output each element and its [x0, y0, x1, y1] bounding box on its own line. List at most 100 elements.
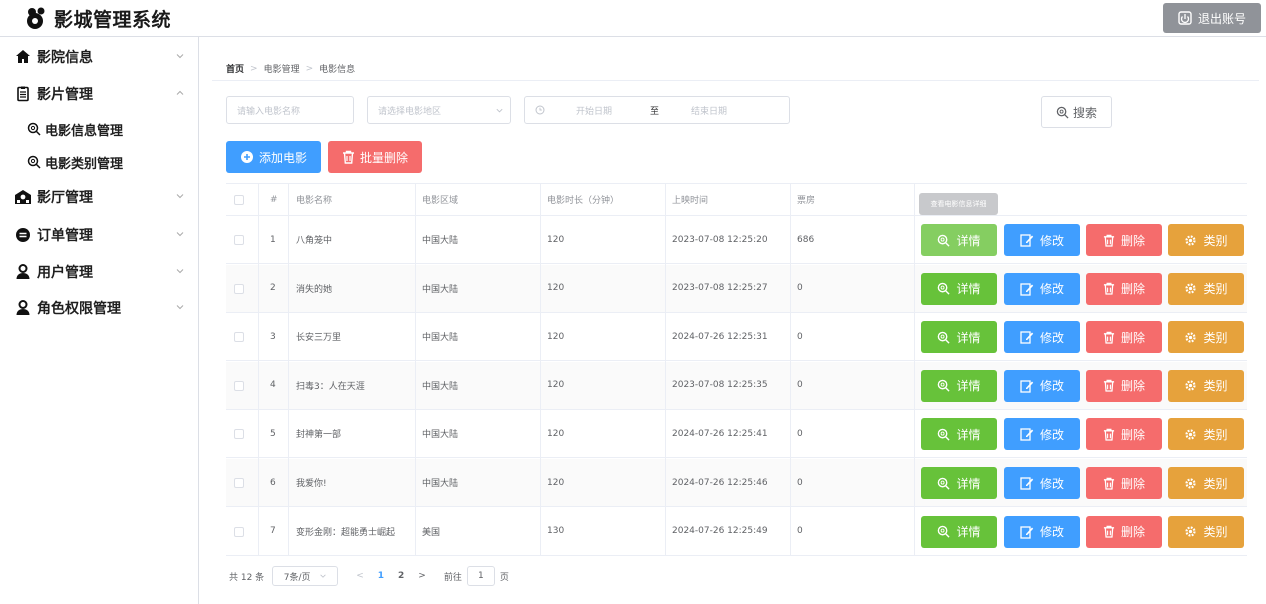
detail-button[interactable]: 详情 — [921, 467, 997, 499]
cell-region: 中国大陆 — [422, 381, 459, 392]
edit-button[interactable]: 修改 — [1004, 321, 1080, 354]
add-movie-button[interactable]: 添加电影 — [226, 141, 321, 173]
batch-delete-button[interactable]: 批量删除 — [328, 141, 422, 173]
sidebar-item-movie-management[interactable]: 影片管理 — [0, 76, 199, 112]
row-checkbox[interactable] — [234, 429, 244, 440]
table-row: 1 八角笼中 中国大陆 120 2023-07-08 12:25:20 686 详情 修改 删除… — [226, 216, 1247, 264]
column-header: 票房 — [797, 196, 816, 206]
category-button[interactable]: 类别 — [1168, 224, 1244, 256]
breadcrumb-item: 电影信息 — [319, 65, 356, 75]
page-number[interactable]: 1 — [378, 571, 384, 581]
delete-button[interactable]: 删除 — [1086, 515, 1162, 548]
edit-button[interactable]: 修改 — [1004, 515, 1080, 548]
sidebar-item-movie-info[interactable]: 电影信息管理 — [0, 113, 199, 145]
table-row: 4 扫毒3：人在天涯 中国大陆 120 2023-07-08 12:25:35 0 详情 修改… — [226, 361, 1247, 410]
row-checkbox[interactable] — [234, 235, 244, 245]
logout-button[interactable]: 退出账号 — [1163, 3, 1261, 33]
order-icon — [14, 226, 32, 244]
edit-button[interactable]: 修改 — [1004, 369, 1080, 402]
table-row: 7 变形金刚：超能勇士崛起 美国 130 2024-07-26 12:25:49 0 详情 修… — [226, 508, 1247, 556]
detail-button[interactable]: 详情 — [921, 321, 997, 354]
sidebar-item-user-management[interactable]: 用户管理 — [0, 254, 199, 290]
category-button[interactable]: 类别 — [1168, 467, 1244, 499]
detail-button[interactable]: 详情 — [921, 272, 997, 305]
category-button[interactable]: 类别 — [1168, 418, 1244, 451]
cell-release: 2023-07-08 12:25:27 — [672, 283, 768, 294]
delete-button[interactable]: 删除 — [1086, 321, 1162, 354]
cell-release: 2024-07-26 12:25:49 — [672, 526, 768, 537]
sidebar-item-role-permission[interactable]: 角色权限管理 — [0, 290, 199, 326]
prev-page-icon[interactable]: < — [356, 571, 364, 581]
add-movie-label: 添加电影 — [258, 150, 307, 165]
table-row: 2 消失的她 中国大陆 120 2023-07-08 12:25:27 0 详情 修改 删除 类别 — [226, 264, 1247, 313]
category-button[interactable]: 类别 — [1168, 369, 1244, 402]
delete-button[interactable]: 删除 — [1086, 467, 1162, 499]
table-header: # 电影名称 电影区域 电影时长（分钟） 上映时间 票房 操作 — [226, 184, 1247, 216]
edit-icon — [1020, 380, 1034, 393]
cell-duration: 120 — [547, 283, 565, 294]
date-range-picker[interactable]: 开始日期 至 结束日期 — [524, 96, 790, 124]
detail-button-label: 详情 — [956, 525, 981, 540]
cell-index: 1 — [270, 234, 276, 245]
category-button[interactable]: 类别 — [1168, 321, 1244, 354]
sidebar-item-label: 电影类别管理 — [45, 156, 124, 172]
goto-page-input[interactable]: 1 — [466, 566, 495, 586]
delete-button[interactable]: 删除 — [1086, 224, 1162, 256]
delete-button[interactable]: 删除 — [1086, 272, 1162, 305]
cell-index: 7 — [270, 526, 276, 537]
column-header: 电影名称 — [296, 196, 333, 206]
search-button[interactable]: 搜索 — [1041, 96, 1112, 128]
cell-name: 我爱你! — [296, 479, 327, 489]
detail-button[interactable]: 详情 — [921, 369, 997, 402]
row-checkbox[interactable] — [234, 526, 244, 537]
cell-name: 长安三万里 — [296, 333, 342, 344]
edit-button[interactable]: 修改 — [1004, 224, 1080, 256]
movie-name-input[interactable]: 请输入电影名称 — [226, 96, 354, 124]
detail-button[interactable]: 详情 — [921, 418, 997, 451]
delete-button-label: 删除 — [1120, 282, 1145, 297]
trash-icon — [1103, 428, 1115, 441]
sidebar-item-hall-management[interactable]: 影厅管理 — [0, 179, 199, 215]
detail-button[interactable]: 详情 — [921, 224, 997, 256]
search-icon — [938, 428, 951, 441]
breadcrumb-home[interactable]: 首页 — [226, 62, 244, 75]
cell-region: 中国大陆 — [422, 479, 459, 489]
edit-button[interactable]: 修改 — [1004, 418, 1080, 451]
page-number[interactable]: 2 — [398, 571, 404, 581]
sidebar-item-order-management[interactable]: 订单管理 — [0, 217, 199, 253]
sidebar-item-movie-category[interactable]: 电影类别管理 — [0, 146, 199, 178]
app-logo: 影城管理系统 — [24, 4, 171, 32]
edit-icon — [1020, 428, 1034, 442]
next-page-icon[interactable]: > — [418, 571, 426, 581]
delete-button[interactable]: 删除 — [1086, 418, 1162, 451]
cell-name: 变形金刚：超能勇士崛起 — [296, 527, 396, 538]
cell-box: 0 — [797, 380, 803, 391]
column-divider — [914, 184, 915, 555]
edit-button[interactable]: 修改 — [1004, 467, 1080, 499]
cell-release: 2024-07-26 12:25:41 — [672, 428, 768, 439]
row-checkbox[interactable] — [234, 380, 244, 391]
cell-region: 中国大陆 — [422, 236, 459, 246]
column-header: 电影时长（分钟） — [547, 196, 620, 206]
category-button-label: 类别 — [1203, 282, 1228, 297]
delete-button-label: 删除 — [1120, 427, 1145, 442]
sidebar-item-cinema-info[interactable]: 影院信息 — [0, 39, 199, 75]
page-size-select[interactable]: 7条/页 — [272, 566, 339, 586]
clipboard-icon — [14, 85, 32, 103]
cell-region: 中国大陆 — [422, 284, 459, 295]
logout-label: 退出账号 — [1197, 11, 1246, 26]
row-checkbox[interactable] — [234, 332, 244, 343]
column-header: 上映时间 — [672, 196, 709, 206]
delete-button[interactable]: 删除 — [1086, 369, 1162, 402]
category-button[interactable]: 类别 — [1168, 272, 1244, 305]
edit-button[interactable]: 修改 — [1004, 272, 1080, 305]
cell-box: 0 — [797, 331, 803, 342]
breadcrumb-separator-icon: > — [250, 63, 258, 74]
region-select[interactable]: 请选择电影地区 — [367, 96, 511, 124]
detail-button[interactable]: 详情 — [921, 515, 997, 548]
date-range-separator: 至 — [650, 106, 660, 117]
category-button[interactable]: 类别 — [1168, 515, 1244, 548]
row-checkbox[interactable] — [234, 478, 244, 488]
select-all-checkbox[interactable] — [234, 195, 244, 205]
row-checkbox[interactable] — [234, 283, 244, 294]
